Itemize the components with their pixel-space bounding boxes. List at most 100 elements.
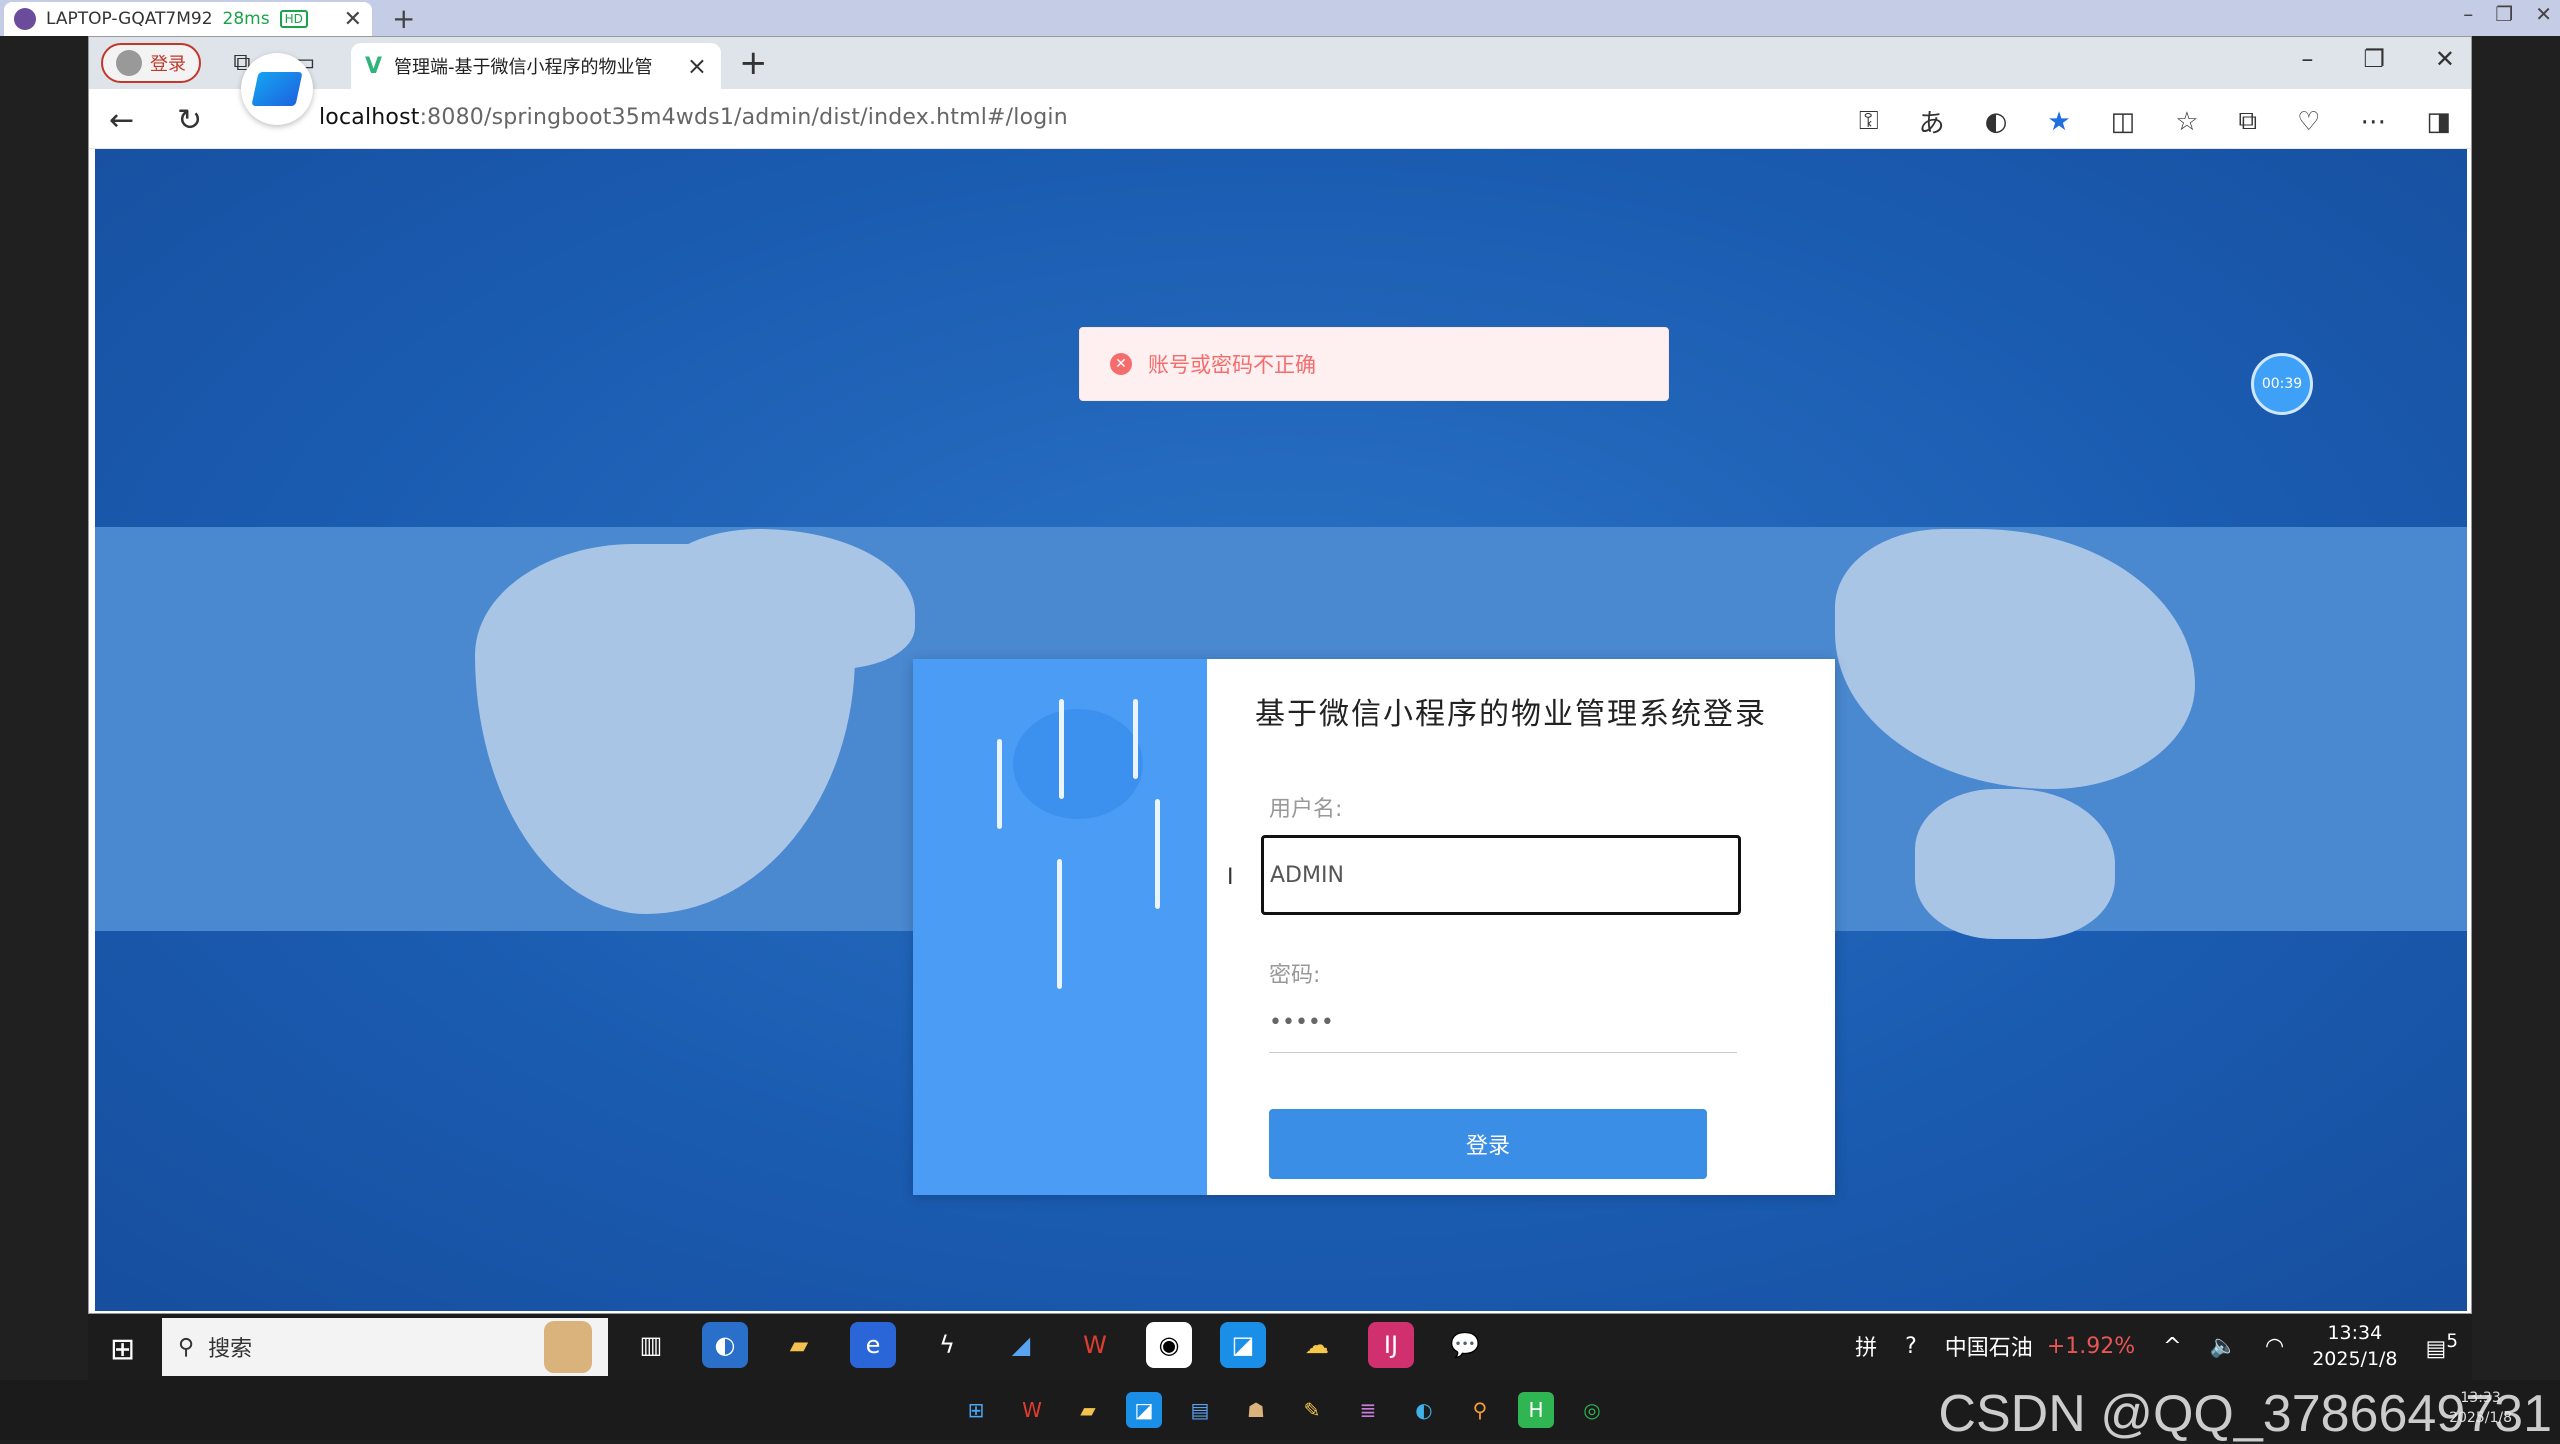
vue-logo-icon: V (365, 53, 383, 79)
new-tab-icon[interactable]: + (739, 43, 768, 83)
url-path: :8080/springboot35m4wds1/admin/dist/inde… (419, 105, 1068, 130)
stock-name: 中国石油 (1944, 1336, 2033, 1361)
clock-time: 13:34 (2327, 1322, 2383, 1344)
search-app-icon[interactable]: ⚲ (1462, 1392, 1498, 1428)
wps-icon[interactable]: W (1014, 1392, 1050, 1428)
profile-button[interactable]: 登录 (101, 43, 201, 83)
help-icon[interactable]: ? (1905, 1334, 1917, 1359)
taskbar-clock[interactable]: 13:34 2025/1/8 (2312, 1320, 2397, 1372)
login-form: 基于微信小程序的物业管理系统登录 用户名: ADMIN 密码: ••••• 登录 (1207, 659, 1835, 1195)
error-icon: ✕ (1110, 353, 1132, 375)
site-badge (241, 53, 313, 125)
password-input[interactable]: ••••• (1269, 993, 1737, 1053)
search-icon: ⚲ (178, 1334, 195, 1360)
minimize-icon[interactable]: – (2463, 2, 2473, 26)
more-icon[interactable]: ⋯ (2360, 107, 2386, 137)
remote-app-icon[interactable]: ◢ (998, 1322, 1044, 1368)
app-logo-icon (251, 72, 303, 106)
notification-count: 5 (2446, 1330, 2458, 1352)
baidu-netdisk-icon[interactable]: ☁ (1294, 1322, 1340, 1368)
ime-icon[interactable]: 拼 (1855, 1330, 1877, 1362)
local-taskbar: ⊞ W ▰ ◪ ▤ ☗ ✎ ≣ ◐ ⚲ H ◎ 13:33 2025/1/8 C… (0, 1380, 2560, 1443)
sidebar-icon[interactable]: ◨ (2426, 107, 2451, 137)
restore-icon[interactable]: ❐ (2495, 2, 2513, 26)
login-title: 基于微信小程序的物业管理系统登录 (1255, 697, 1767, 732)
login-button[interactable]: 登录 (1269, 1109, 1707, 1179)
editor-icon[interactable]: ≣ (1350, 1392, 1386, 1428)
stock-widget[interactable]: 中国石油 +1.92% (1945, 1330, 2135, 1362)
new-session-icon[interactable]: + (392, 2, 415, 35)
timer-badge[interactable]: 00:39 (2251, 353, 2313, 415)
close-tab-icon[interactable]: × (687, 52, 707, 80)
remote-session-tab[interactable]: LAPTOP-GQAT7M92 28ms HD ✕ (4, 2, 372, 36)
rain-drop (1059, 699, 1064, 799)
tab-admin-login[interactable]: V 管理端-基于微信小程序的物业管 × (351, 43, 721, 89)
task-view-icon[interactable]: ▥ (628, 1322, 674, 1368)
file-explorer-icon[interactable]: ▰ (776, 1322, 822, 1368)
edge-icon[interactable]: ◐ (1985, 107, 2008, 137)
notifications-icon[interactable]: ▤5 (2426, 1331, 2458, 1361)
search-highlight-image (544, 1321, 592, 1373)
refresh-icon[interactable]: ↻ (177, 103, 202, 138)
taskbar-search[interactable]: ⚲ 搜索 (162, 1318, 608, 1376)
windows-start-icon[interactable]: ⊞ (958, 1392, 994, 1428)
search-placeholder: 搜索 (208, 1337, 253, 1362)
feather-app-icon[interactable]: ✎ (1294, 1392, 1330, 1428)
map-south-america (1915, 789, 2115, 939)
collections-icon[interactable]: ⧉ (2239, 106, 2258, 137)
close-icon[interactable]: ✕ (2535, 2, 2552, 26)
edge-icon[interactable]: ◐ (702, 1322, 748, 1368)
local-taskbar-apps: ⊞ W ▰ ◪ ▤ ☗ ✎ ≣ ◐ ⚲ H ◎ (958, 1392, 1610, 1428)
window-controls: – ❐ ✕ (2301, 45, 2455, 73)
favorite-star-icon[interactable]: ★ (2047, 107, 2070, 137)
remote-desktop-bar: LAPTOP-GQAT7M92 28ms HD ✕ + – ❐ ✕ (0, 0, 2560, 36)
close-icon[interactable]: ✕ (344, 7, 362, 32)
address-bar: ← ↻ localhost:8080/springboot35m4wds1/ad… (89, 89, 2471, 149)
file-explorer-icon[interactable]: ▰ (1070, 1392, 1106, 1428)
username-label: 用户名: (1269, 797, 1343, 822)
close-icon[interactable]: ✕ (2435, 45, 2455, 73)
qq-icon[interactable]: ◉ (1146, 1322, 1192, 1368)
avatar (116, 50, 142, 76)
todesk-icon[interactable]: ◪ (1220, 1322, 1266, 1368)
lightning-app-icon[interactable]: ϟ (924, 1322, 970, 1368)
system-tray: 拼 ? 中国石油 +1.92% ^ 🔈 ◠ 13:34 2025/1/8 ▤5 (1855, 1320, 2458, 1372)
rain-drop (1133, 699, 1138, 779)
tray-chevron-icon[interactable]: ^ (2163, 1334, 2181, 1359)
wps-icon[interactable]: W (1072, 1322, 1118, 1368)
translate-icon[interactable]: あ (1919, 103, 1945, 140)
wifi-icon[interactable]: ◠ (2265, 1334, 2284, 1359)
intellij-icon[interactable]: IJ (1368, 1322, 1414, 1368)
password-label: 密码: (1269, 963, 1321, 988)
username-input[interactable]: ADMIN (1261, 835, 1741, 915)
restore-icon[interactable]: ❐ (2363, 45, 2385, 73)
text-cursor-icon: I (1227, 865, 1234, 890)
chat-icon[interactable]: 💬 (1442, 1322, 1488, 1368)
minimize-icon[interactable]: – (2301, 45, 2313, 73)
notepad-icon[interactable]: ▤ (1182, 1392, 1218, 1428)
volume-icon[interactable]: 🔈 (2210, 1334, 2237, 1359)
profile-label: 登录 (150, 54, 186, 75)
hbuilder-icon[interactable]: H (1518, 1392, 1554, 1428)
url-field[interactable]: localhost:8080/springboot35m4wds1/admin/… (319, 105, 1068, 130)
password-key-icon[interactable]: ⚿ (1859, 106, 1879, 137)
rain-drop (997, 739, 1002, 829)
browser-app-icon[interactable]: e (850, 1322, 896, 1368)
favorites-icon[interactable]: ☆ (2175, 107, 2198, 137)
split-screen-icon[interactable]: ◫ (2111, 107, 2136, 137)
todesk-icon[interactable]: ◪ (1126, 1392, 1162, 1428)
windows-start-icon[interactable]: ⊞ (110, 1332, 135, 1367)
wechat-icon[interactable]: ◎ (1574, 1392, 1610, 1428)
tab-strip: 登录 ⧉ ▭ V 管理端-基于微信小程序的物业管 × + – ❐ ✕ (89, 37, 2471, 89)
remote-app-icon (14, 8, 36, 30)
browser-essentials-icon[interactable]: ♡ (2297, 107, 2320, 137)
login-page: ✕ 账号或密码不正确 00:39 基于微信小程序的物业管理系统登录 用户名: A… (95, 149, 2467, 1311)
game-icon[interactable]: ☗ (1238, 1392, 1274, 1428)
remote-taskbar: ⊞ ⚲ 搜索 ▥ ◐ ▰ e ϟ ◢ W ◉ ◪ ☁ IJ 💬 拼 ? 中国石油… (88, 1314, 2472, 1380)
back-icon[interactable]: ← (109, 103, 134, 138)
tab-title: 管理端-基于微信小程序的物业管 (394, 57, 653, 78)
edge-icon[interactable]: ◐ (1406, 1392, 1442, 1428)
hd-badge: HD (279, 10, 308, 28)
address-bar-actions: ⚿ あ ◐ ★ ◫ ☆ ⧉ ♡ ⋯ ◨ (1859, 103, 2451, 140)
error-message: 账号或密码不正确 (1148, 353, 1316, 377)
